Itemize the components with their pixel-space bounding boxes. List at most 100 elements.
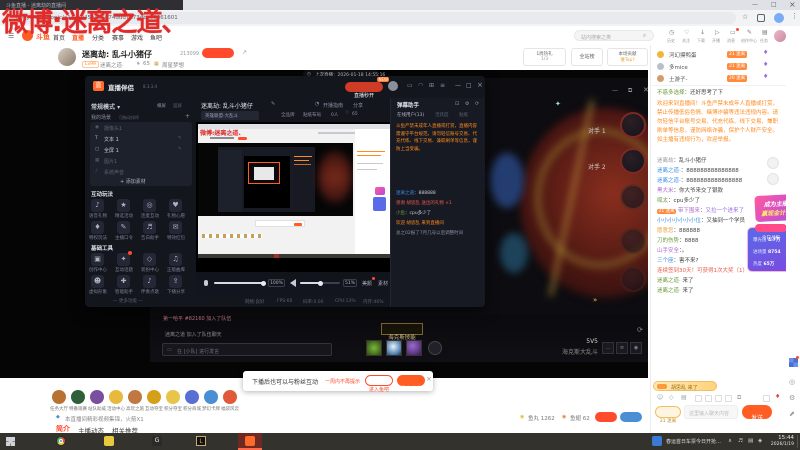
week-star-label[interactable]: 周星梦想 bbox=[162, 61, 184, 69]
quick-follow-icon[interactable]: ♡ bbox=[684, 29, 689, 36]
coin-icon[interactable]: ◇ bbox=[669, 394, 674, 401]
danmaku-tab-online[interactable]: 在线用户(13) bbox=[397, 112, 424, 118]
fan-badge-selector[interactable]: 21 迷离 bbox=[655, 406, 681, 424]
danmaku-popout-icon[interactable]: ⊡ bbox=[455, 101, 459, 107]
scene-item-sysaudio[interactable]: 系统声音 bbox=[104, 169, 124, 176]
taskbar-lol-icon[interactable]: L bbox=[196, 436, 206, 446]
tool-privilege-icon[interactable]: ♦ bbox=[91, 221, 104, 234]
taskbar-active-app[interactable] bbox=[238, 433, 262, 450]
guide-label[interactable]: 开播指南 bbox=[323, 102, 343, 109]
extension-icon[interactable] bbox=[757, 14, 765, 22]
lol-minimize-icon[interactable]: — bbox=[612, 87, 618, 94]
share-arrow-icon[interactable]: ↗ bbox=[242, 49, 247, 56]
obs-layout-icon[interactable]: ⊞ bbox=[429, 82, 434, 89]
image-icon[interactable]: ▤ bbox=[681, 394, 687, 401]
sticker-layout-label[interactable]: 贴纸布局 bbox=[303, 112, 321, 118]
tray-network-icon[interactable]: ◈ bbox=[758, 438, 762, 444]
hextech-skill-button[interactable]: 海克斯技能 bbox=[381, 323, 423, 341]
notify-dismiss-link[interactable]: 一周内不再提示 bbox=[325, 378, 360, 385]
quick-phrase-3[interactable] bbox=[715, 395, 722, 402]
feature-points-mall-icon[interactable] bbox=[185, 390, 199, 404]
summoner-spell-ghost-icon[interactable] bbox=[366, 340, 382, 356]
feature-watch-match-icon[interactable] bbox=[71, 390, 85, 404]
scene-item-fullscreen[interactable]: 全屏 1 bbox=[104, 147, 119, 154]
more-tools-button[interactable]: — 更多功能 — bbox=[113, 298, 143, 304]
scene-item-camera[interactable]: 摄像头1 bbox=[104, 125, 122, 132]
feature-event-center-icon[interactable] bbox=[109, 390, 123, 404]
float-circle-button-2[interactable] bbox=[767, 173, 779, 185]
tool-ai-helper-icon[interactable]: ✚ bbox=[117, 275, 130, 288]
obs-close-icon[interactable]: × bbox=[477, 81, 483, 89]
share-label[interactable]: 分享 bbox=[353, 102, 363, 109]
window-minimize-button[interactable]: — bbox=[752, 1, 758, 8]
tray-expand-icon[interactable]: ∧ bbox=[728, 438, 732, 444]
game-tag-pill[interactable]: 英雄联盟-大乱斗 bbox=[201, 111, 259, 120]
quick-phrase-2[interactable] bbox=[705, 395, 712, 402]
quick-start-button[interactable]: 直播秒开 bbox=[345, 82, 383, 99]
tool-creator-center-icon[interactable]: ▣ bbox=[91, 253, 104, 266]
action-center-divider[interactable] bbox=[797, 435, 798, 448]
bookmark-star-icon[interactable]: ☆ bbox=[742, 13, 748, 21]
news-widget-text[interactable]: 春运首日车票今日开抢… bbox=[666, 438, 724, 445]
feature-pro-tour-icon[interactable] bbox=[128, 390, 142, 404]
user-avatar[interactable] bbox=[774, 30, 786, 42]
popout-chat-icon[interactable]: ⧉ bbox=[737, 394, 741, 402]
emoji-icon[interactable]: ☺ bbox=[657, 394, 663, 401]
tool-dressup-icon[interactable]: ◇ bbox=[143, 253, 156, 266]
rank-3-name[interactable]: 土游子- bbox=[669, 75, 688, 83]
rail-apps-icon[interactable] bbox=[789, 358, 798, 367]
rank-board-box[interactable]: 全站榜 bbox=[571, 48, 603, 66]
obs-headset-icon[interactable]: ◠ bbox=[418, 82, 423, 89]
enter-yuba-button[interactable]: 进入鱼吧 bbox=[365, 375, 393, 393]
lol-maximize-icon[interactable]: ⧉ bbox=[628, 87, 632, 95]
contribution-box[interactable]: 本场贡献 谁Top? bbox=[607, 48, 648, 66]
lol-refresh-icon[interactable]: ⟳ bbox=[637, 326, 643, 334]
stream-player[interactable]: ✦ » — ⧉ ✕ 对手 1 对手 2 第一哈平 #82160 加入了队伍 迷离… bbox=[0, 70, 648, 378]
follow-button[interactable]: ♥ 关注 bbox=[202, 48, 234, 65]
feature-treasure-icon[interactable] bbox=[147, 390, 161, 404]
danmaku-tab-activity[interactable]: 活跃度 bbox=[435, 112, 449, 118]
tool-red-packet-icon[interactable]: ✉ bbox=[169, 221, 182, 234]
obs-minimize-icon[interactable]: — bbox=[455, 82, 461, 89]
anchor-name[interactable]: 迷离之道· bbox=[100, 61, 124, 69]
hot-gift-icon[interactable]: ♦ bbox=[775, 393, 780, 400]
rail-share-icon[interactable]: ⬈ bbox=[789, 410, 795, 418]
material-button[interactable]: 素材 bbox=[378, 280, 388, 287]
rank-1-name[interactable]: 河幻摸鸭蛋 bbox=[669, 51, 697, 59]
obs-maximize-icon[interactable]: □ bbox=[466, 82, 472, 89]
beauty-button[interactable]: 美颜 bbox=[362, 280, 372, 287]
tool-music-icon[interactable]: ♫ bbox=[169, 253, 182, 266]
quick-phrase-1[interactable] bbox=[695, 395, 702, 402]
lol-chat-button[interactable]: … bbox=[602, 342, 614, 354]
danmaku-settings-icon[interactable]: ⚙ bbox=[465, 101, 469, 107]
clock-time[interactable]: 15:44 bbox=[768, 435, 794, 441]
preview-canvas[interactable]: 微博:迷离之道、 bbox=[196, 122, 392, 285]
preview-title-edit-icon[interactable]: ✎ bbox=[271, 101, 275, 107]
highlight-text[interactable]: 本直播间精彩视频集锦，火箭X1 bbox=[65, 415, 144, 423]
feature-lucky-bag-icon[interactable] bbox=[223, 390, 237, 404]
danmaku-tab-sticker[interactable]: 贴纸 bbox=[459, 112, 468, 118]
quick-task-icon[interactable]: ▤ bbox=[762, 29, 768, 36]
tool-karaoke-icon[interactable]: ♪ bbox=[143, 275, 156, 288]
obs-user-avatar[interactable] bbox=[388, 81, 398, 91]
orient-landscape[interactable]: 横屏 bbox=[157, 103, 166, 109]
rail-settings-icon[interactable]: ⚙ bbox=[789, 394, 795, 402]
lol-chat-input[interactable]: ▭ 在 [小队] 进行发言 bbox=[162, 343, 332, 356]
tool-featured-event-icon[interactable]: ★ bbox=[117, 199, 130, 212]
orient-portrait[interactable]: 竖屏 bbox=[173, 103, 182, 109]
preview-title[interactable]: 迷离劫: 乱斗小猪仔 bbox=[201, 101, 253, 110]
browser-profile-avatar[interactable] bbox=[774, 13, 784, 23]
quick-creator-icon[interactable]: ✎ bbox=[747, 29, 752, 36]
tool-topic-icon[interactable]: ✦ bbox=[117, 253, 130, 266]
send-button[interactable]: 发送 bbox=[742, 405, 772, 422]
streamer-avatar[interactable] bbox=[58, 48, 76, 66]
feature-dream-card-icon[interactable] bbox=[204, 390, 218, 404]
feature-points-draw-icon[interactable] bbox=[166, 390, 180, 404]
skin-portrait-icon[interactable] bbox=[406, 340, 422, 356]
notify-close-icon[interactable]: × bbox=[426, 375, 432, 383]
chat-input[interactable]: 这里输入聊天内容 bbox=[684, 405, 738, 419]
float-circle-button-1[interactable] bbox=[767, 157, 779, 169]
chat-setting-checkbox[interactable] bbox=[763, 395, 770, 402]
post-update-button[interactable]: 发布动态 bbox=[397, 375, 425, 392]
reroll-button[interactable] bbox=[428, 341, 442, 355]
